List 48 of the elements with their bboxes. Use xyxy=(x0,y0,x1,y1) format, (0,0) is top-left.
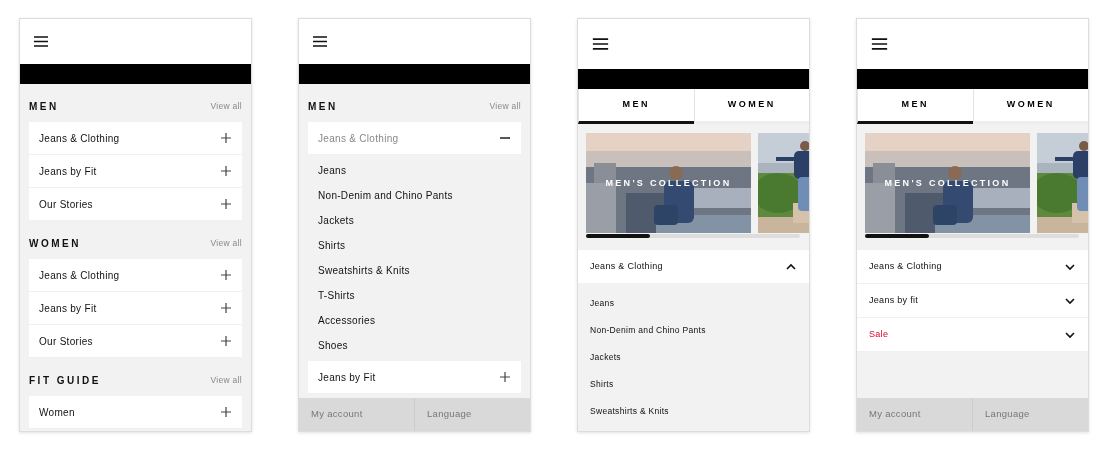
plus-icon xyxy=(220,269,232,281)
submenu-link[interactable]: Shoes xyxy=(318,333,521,358)
submenu-link[interactable]: Sweatshirts & Knits xyxy=(590,398,809,425)
submenu-link[interactable]: Non-Denim and Chino Pants xyxy=(590,317,809,344)
plus-icon xyxy=(220,335,232,347)
menu-item[interactable]: Jeans & Clothing xyxy=(308,122,521,155)
menu-icon[interactable] xyxy=(871,38,888,50)
submenu-link[interactable]: Accessories xyxy=(318,308,521,333)
submenu-link[interactable]: T-Shirts xyxy=(318,283,521,308)
menu-icon[interactable] xyxy=(34,36,48,47)
submenu-link[interactable]: Jeans xyxy=(318,158,521,183)
menu-item[interactable]: Jeans by fit xyxy=(857,284,1088,318)
submenu-link[interactable]: Jeans xyxy=(590,290,809,317)
menu-item[interactable]: Jeans by Fit xyxy=(29,292,242,325)
menu-item[interactable]: Jeans by Fit xyxy=(308,361,521,394)
menu-item[interactable]: Our Stories xyxy=(29,325,242,358)
submenu-link[interactable]: Jackets xyxy=(318,208,521,233)
submenu-link[interactable]: Shirts xyxy=(318,233,521,258)
menu-icon[interactable] xyxy=(592,38,609,50)
slide-caption: MEN'S COLLECTION xyxy=(883,177,1012,190)
tab[interactable]: MEN xyxy=(857,89,973,124)
menu-item[interactable]: Jeans by Fit xyxy=(29,155,242,188)
menu-item[interactable]: Women xyxy=(29,396,242,429)
menu-item[interactable]: Sale xyxy=(857,318,1088,352)
submenu-link[interactable]: Non-Denim and Chino Pants xyxy=(318,183,521,208)
tab[interactable]: WOMEN xyxy=(693,89,809,124)
plus-icon xyxy=(220,406,232,418)
section-title: FIT GUIDE xyxy=(29,373,101,388)
slide-caption: MEN'S COLLECTION xyxy=(604,177,733,190)
tab[interactable]: WOMEN xyxy=(972,89,1088,124)
submenu-link[interactable]: Jackets xyxy=(590,344,809,371)
plus-icon xyxy=(220,302,232,314)
section-title: MEN xyxy=(308,99,338,114)
plus-icon xyxy=(220,198,232,210)
plus-icon xyxy=(220,165,232,177)
section-title: WOMEN xyxy=(29,236,81,251)
menu-item[interactable]: Jeans & Clothing xyxy=(578,250,809,284)
plus-icon xyxy=(220,132,232,144)
tab[interactable]: MEN xyxy=(578,89,694,124)
menu-item[interactable]: Jeans & Clothing xyxy=(29,122,242,155)
plus-icon xyxy=(499,371,511,383)
submenu-link[interactable]: Sweatshirts & Knits xyxy=(318,258,521,283)
section-title: MEN xyxy=(29,99,59,114)
menu-item[interactable]: Jeans & Clothing xyxy=(29,259,242,292)
menu-icon[interactable] xyxy=(313,36,327,47)
menu-item[interactable]: Our Stories xyxy=(29,188,242,221)
menu-item[interactable]: Jeans & Clothing xyxy=(857,250,1088,284)
submenu-link[interactable]: Shirts xyxy=(590,371,809,398)
